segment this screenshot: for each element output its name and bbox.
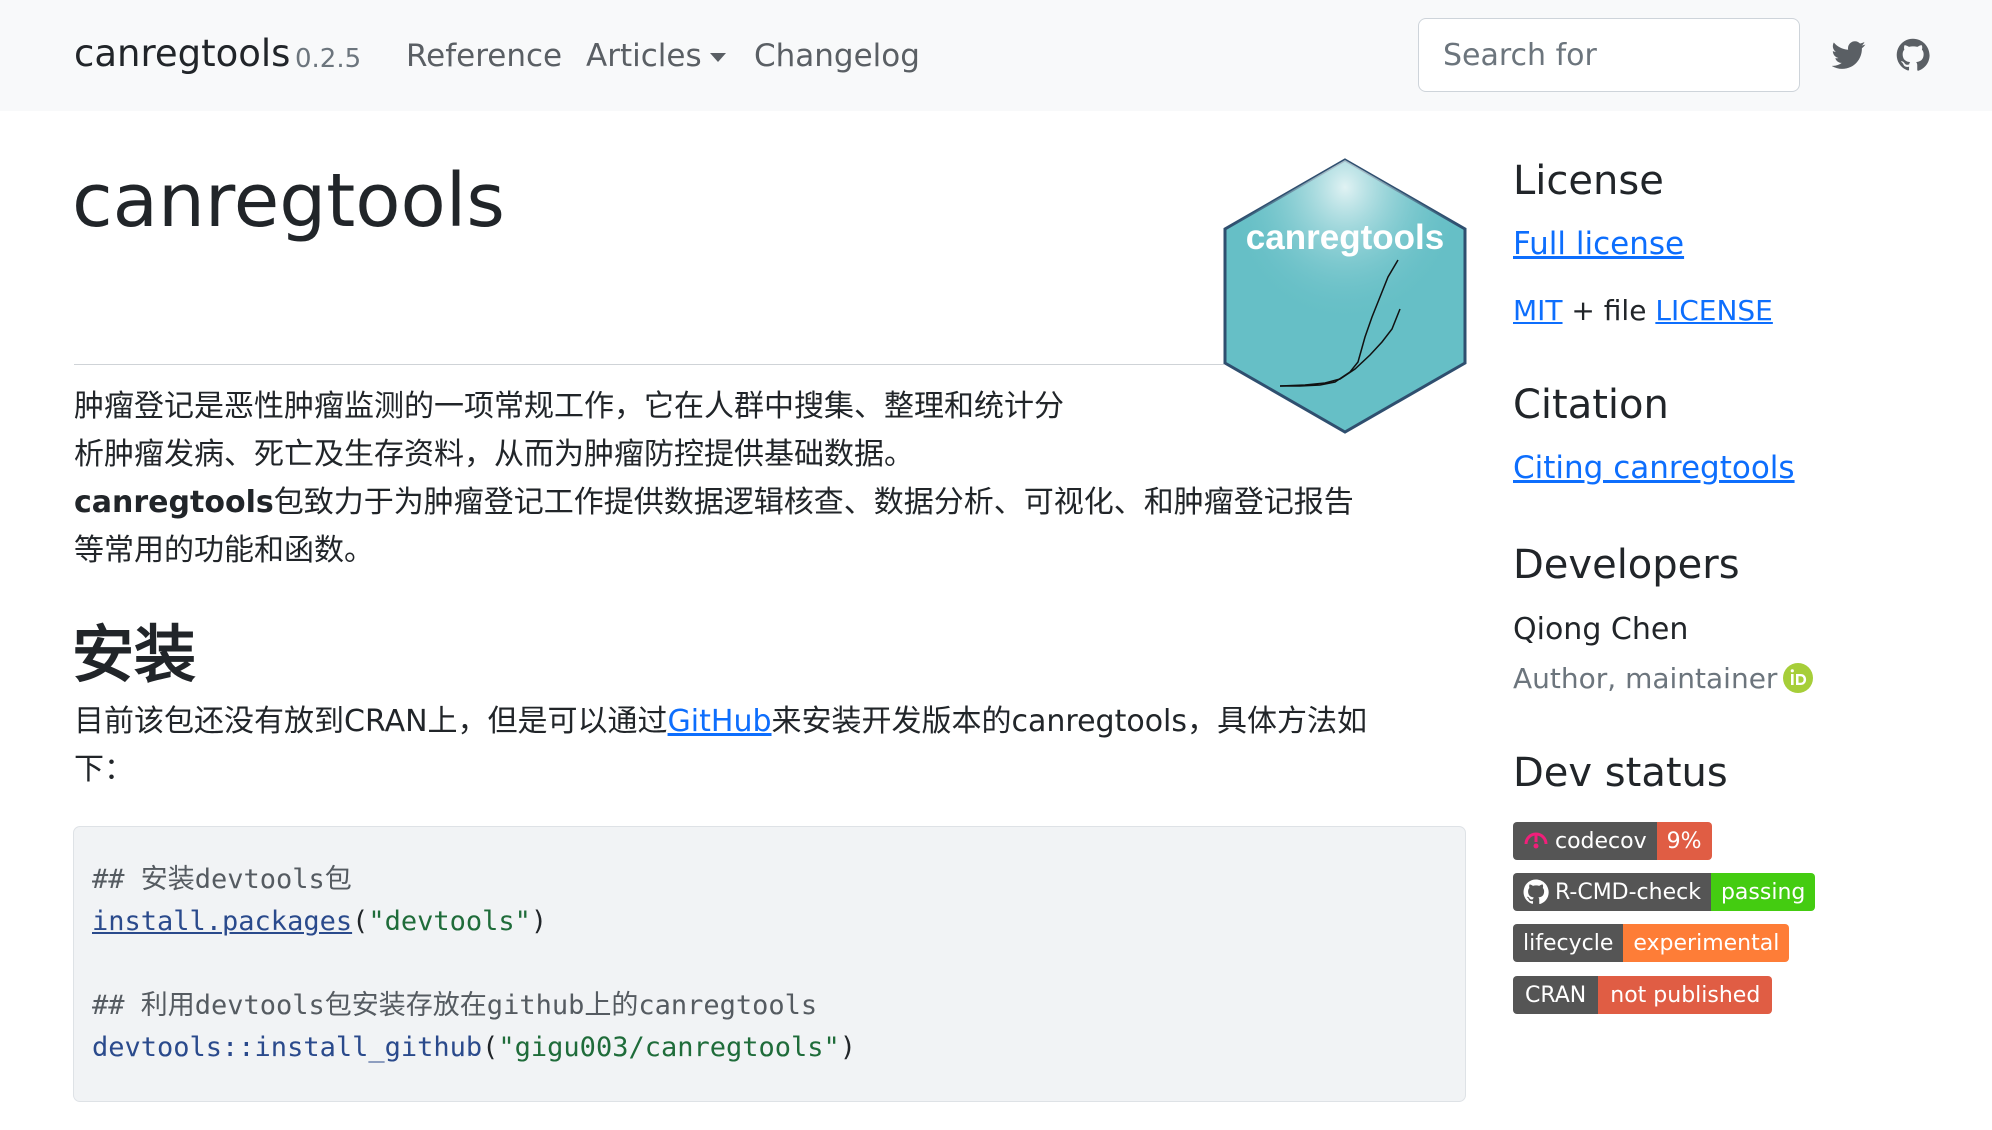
orcid-icon[interactable] (1783, 663, 1814, 693)
license-line: MIT + file LICENSE (1513, 294, 1773, 327)
intro-line-2: 析肿瘤发病、死亡及生存资料，从而为肿瘤防控提供基础数据。 (74, 437, 914, 472)
search-input[interactable] (1418, 18, 1800, 92)
intro-line-3-text: 包致力于为肿瘤登记工作提供数据逻辑核查、数据分析、可视化、和肿瘤登记报告 (273, 485, 1354, 520)
install-paragraph: 目前该包还没有放到CRAN上，但是可以通过GitHub来安装开发版本的canre… (74, 698, 1468, 794)
hex-logo-text: canregtools (1246, 218, 1444, 257)
github-icon (1523, 879, 1549, 905)
lifecycle-badge-value: experimental (1623, 924, 1790, 962)
install-text-after: 来安装开发版本的canregtools，具体方法如 (771, 704, 1368, 739)
page-title: canregtools (72, 158, 505, 244)
license-plus-file: + file (1562, 294, 1656, 327)
code-comment-2: ## 利用devtools包安装存放在github上的canregtools (92, 990, 818, 1021)
code-paren-open-2: ( (482, 1032, 499, 1063)
nav-changelog[interactable]: Changelog (754, 38, 920, 74)
brand-link[interactable]: canregtools (74, 32, 290, 75)
title-divider (74, 364, 1224, 365)
lifecycle-badge-label: lifecycle (1513, 924, 1624, 962)
citing-link[interactable]: Citing canregtools (1513, 450, 1795, 486)
license-heading: License (1513, 158, 1664, 204)
developer-name: Qiong Chen (1513, 612, 1689, 647)
code-line-install-github: devtools::install_github("gigu003/canreg… (92, 1027, 1447, 1069)
codecov-icon (1524, 832, 1548, 849)
full-license-link[interactable]: Full license (1513, 226, 1684, 262)
github-link[interactable]: GitHub (668, 704, 772, 739)
codecov-badge[interactable]: codecov 9% (1513, 822, 1712, 860)
install-heading: 安装 (72, 618, 197, 691)
mit-link[interactable]: MIT (1513, 294, 1563, 327)
github-icon[interactable] (1896, 38, 1930, 72)
cran-badge-value: not published (1598, 976, 1773, 1014)
codecov-badge-left: codecov (1513, 822, 1657, 860)
developer-role: Author, maintainer (1513, 662, 1778, 695)
caret-down-icon (709, 53, 726, 62)
intro-package-name: canregtools (74, 485, 274, 520)
code-paren-close-2: ) (839, 1032, 857, 1063)
install-text-line2: 下： (74, 752, 134, 787)
code-string-repo: "gigu003/canregtools" (498, 1032, 840, 1063)
intro-paragraph: 肿瘤登记是恶性肿瘤监测的一项常规工作，它在人群中搜集、整理和统计分 析肿瘤发病、… (74, 383, 1468, 575)
code-block[interactable]: ## 安装devtools包 install.packages("devtool… (73, 826, 1466, 1102)
code-paren-open-1: ( (352, 906, 369, 937)
codecov-badge-label: codecov (1555, 828, 1647, 854)
r-cmd-check-badge-value: passing (1710, 873, 1816, 911)
nav-articles-dropdown[interactable]: Articles (586, 38, 726, 74)
license-file-link[interactable]: LICENSE (1655, 294, 1773, 327)
code-line-install-packages: install.packages("devtools") (92, 901, 1447, 943)
version-badge: 0.2.5 (295, 44, 362, 74)
lifecycle-badge[interactable]: lifecycle experimental (1513, 924, 1790, 962)
intro-line-3: canregtools包致力于为肿瘤登记工作提供数据逻辑核查、数据分析、可视化、… (74, 479, 1468, 527)
code-paren-close-1: ) (530, 906, 548, 937)
developers-heading: Developers (1513, 542, 1740, 588)
dev-status-heading: Dev status (1513, 750, 1728, 796)
code-fn-install-packages[interactable]: install.packages (92, 906, 352, 937)
developer-role-row: Author, maintainer (1513, 662, 1814, 695)
r-cmd-check-badge-left: R-CMD-check (1513, 873, 1711, 911)
twitter-icon[interactable] (1832, 38, 1866, 72)
code-fn-install-github: devtools::install_github (92, 1032, 483, 1063)
cran-badge[interactable]: CRAN not published (1513, 976, 1773, 1014)
code-string-devtools: "devtools" (368, 906, 531, 937)
nav-reference[interactable]: Reference (406, 38, 562, 74)
install-text-before: 目前该包还没有放到CRAN上，但是可以通过 (74, 704, 668, 739)
nav-articles-label: Articles (586, 38, 702, 74)
cran-badge-label: CRAN (1513, 976, 1599, 1014)
code-comment-1: ## 安装devtools包 (92, 864, 352, 895)
codecov-badge-value: 9% (1656, 822, 1712, 860)
citation-heading: Citation (1513, 382, 1669, 428)
r-cmd-check-badge-label: R-CMD-check (1555, 879, 1701, 905)
intro-line-1: 肿瘤登记是恶性肿瘤监测的一项常规工作，它在人群中搜集、整理和统计分 (74, 389, 1064, 424)
r-cmd-check-badge[interactable]: R-CMD-check passing (1513, 873, 1816, 911)
navbar: canregtools 0.2.5 Reference Articles Cha… (0, 0, 1992, 111)
intro-line-4: 等常用的功能和函数。 (74, 533, 374, 568)
